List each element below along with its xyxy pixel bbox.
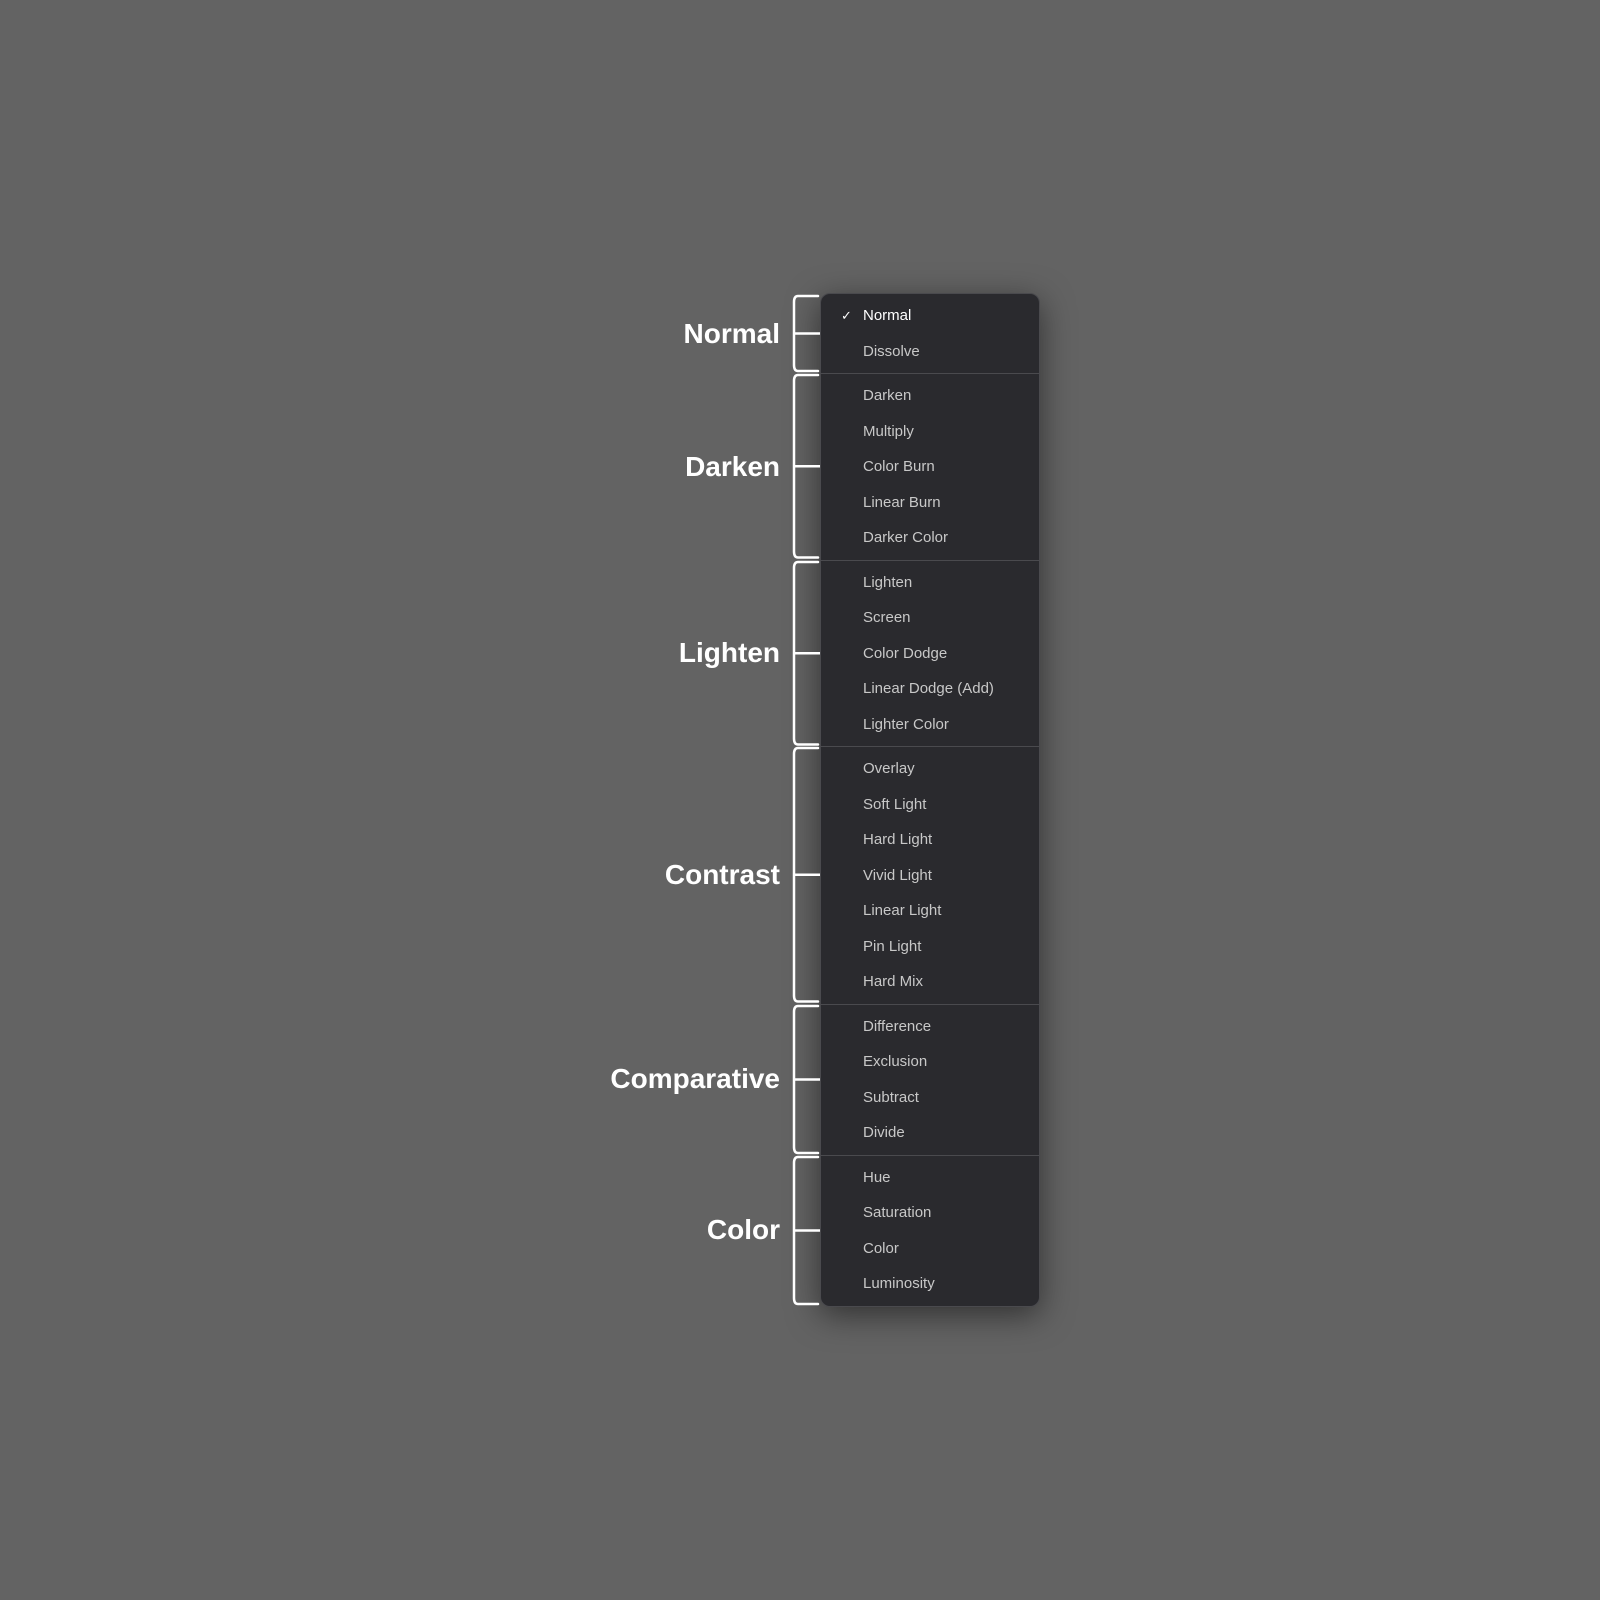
- bracket-icon: [792, 746, 820, 1004]
- menu-item-lighter-color[interactable]: Lighter Color: [821, 707, 1039, 743]
- group-label-color: Color: [707, 1214, 792, 1246]
- section-contrast: Overlay Soft Light Hard Light Vivid Light Li…: [821, 746, 1039, 1004]
- section-color: Hue Saturation Color Luminosity: [821, 1155, 1039, 1306]
- blend-mode-selector: Normal Darken Lighten Contrast Comparative Co…: [560, 293, 1040, 1307]
- menu-item-darker-color[interactable]: Darker Color: [821, 520, 1039, 556]
- bracket-icon: [792, 373, 820, 560]
- menu-item-difference[interactable]: Difference: [821, 1009, 1039, 1045]
- menu-item-label: Color Dodge: [863, 644, 947, 664]
- menu-item-label: Soft Light: [863, 795, 926, 815]
- group-label-wrapper-comparative: Comparative: [610, 1004, 820, 1155]
- menu-item-linear-dodge-add[interactable]: Linear Dodge (Add): [821, 671, 1039, 707]
- menu-item-hard-mix[interactable]: Hard Mix: [821, 964, 1039, 1000]
- bracket-icon: [792, 294, 820, 373]
- check-mark-icon: ✓: [841, 308, 855, 325]
- menu-item-divide[interactable]: Divide: [821, 1115, 1039, 1151]
- menu-item-label: Lighten: [863, 573, 912, 593]
- menu-item-label: Divide: [863, 1123, 905, 1143]
- menu-item-soft-light[interactable]: Soft Light: [821, 787, 1039, 823]
- group-label-darken: Darken: [685, 451, 792, 483]
- menu-item-label: Saturation: [863, 1203, 931, 1223]
- bracket-icon: [792, 560, 820, 747]
- menu-item-label: Normal: [863, 306, 911, 326]
- menu-item-overlay[interactable]: Overlay: [821, 751, 1039, 787]
- menu-item-hue[interactable]: Hue: [821, 1160, 1039, 1196]
- menu-item-label: Difference: [863, 1017, 931, 1037]
- blend-mode-dropdown: ✓ Normal Dissolve Darken Multiply Color Burn L…: [820, 293, 1040, 1307]
- menu-item-linear-burn[interactable]: Linear Burn: [821, 485, 1039, 521]
- menu-item-darken[interactable]: Darken: [821, 378, 1039, 414]
- section-normal: ✓ Normal Dissolve: [821, 294, 1039, 373]
- menu-item-multiply[interactable]: Multiply: [821, 414, 1039, 450]
- group-label-wrapper-lighten: Lighten: [679, 560, 820, 747]
- bracket-icon: [792, 1155, 820, 1306]
- menu-item-color[interactable]: Color: [821, 1231, 1039, 1267]
- group-label-wrapper-normal: Normal: [684, 294, 820, 373]
- section-lighten: Lighten Screen Color Dodge Linear Dodge (Ad…: [821, 560, 1039, 747]
- menu-item-label: Linear Burn: [863, 493, 941, 513]
- section-darken: Darken Multiply Color Burn Linear Burn Darke…: [821, 373, 1039, 560]
- group-label-comparative: Comparative: [610, 1063, 792, 1095]
- menu-item-label: Dissolve: [863, 342, 920, 362]
- bracket-icon: [792, 1004, 820, 1155]
- group-label-wrapper-contrast: Contrast: [665, 746, 820, 1004]
- menu-item-label: Luminosity: [863, 1274, 935, 1294]
- menu-item-label: Darken: [863, 386, 911, 406]
- menu-item-label: Hard Mix: [863, 972, 923, 992]
- menu-item-color-dodge[interactable]: Color Dodge: [821, 636, 1039, 672]
- menu-item-saturation[interactable]: Saturation: [821, 1195, 1039, 1231]
- menu-item-label: Linear Dodge (Add): [863, 679, 994, 699]
- group-label-contrast: Contrast: [665, 859, 792, 891]
- menu-item-exclusion[interactable]: Exclusion: [821, 1044, 1039, 1080]
- menu-item-label: Multiply: [863, 422, 914, 442]
- menu-item-label: Linear Light: [863, 901, 941, 921]
- menu-item-hard-light[interactable]: Hard Light: [821, 822, 1039, 858]
- group-label-lighten: Lighten: [679, 637, 792, 669]
- menu-item-label: Overlay: [863, 759, 915, 779]
- menu-item-lighten[interactable]: Lighten: [821, 565, 1039, 601]
- menu-item-label: Exclusion: [863, 1052, 927, 1072]
- group-label-wrapper-darken: Darken: [685, 373, 820, 560]
- menu-item-color-burn[interactable]: Color Burn: [821, 449, 1039, 485]
- group-label-wrapper-color: Color: [707, 1155, 820, 1306]
- menu-item-label: Pin Light: [863, 937, 921, 957]
- menu-item-label: Subtract: [863, 1088, 919, 1108]
- menu-item-label: Darker Color: [863, 528, 948, 548]
- menu-item-dissolve[interactable]: Dissolve: [821, 334, 1039, 370]
- menu-item-subtract[interactable]: Subtract: [821, 1080, 1039, 1116]
- menu-item-label: Hard Light: [863, 830, 932, 850]
- menu-item-label: Hue: [863, 1168, 891, 1188]
- menu-item-screen[interactable]: Screen: [821, 600, 1039, 636]
- menu-item-luminosity[interactable]: Luminosity: [821, 1266, 1039, 1302]
- menu-item-label: Color Burn: [863, 457, 935, 477]
- section-comparative: Difference Exclusion Subtract Divide: [821, 1004, 1039, 1155]
- menu-item-pin-light[interactable]: Pin Light: [821, 929, 1039, 965]
- menu-item-label: Screen: [863, 608, 911, 628]
- group-label-normal: Normal: [684, 318, 792, 350]
- menu-item-label: Lighter Color: [863, 715, 949, 735]
- menu-item-linear-light[interactable]: Linear Light: [821, 893, 1039, 929]
- menu-item-vivid-light[interactable]: Vivid Light: [821, 858, 1039, 894]
- menu-item-normal[interactable]: ✓ Normal: [821, 298, 1039, 334]
- menu-item-label: Color: [863, 1239, 899, 1259]
- menu-item-label: Vivid Light: [863, 866, 932, 886]
